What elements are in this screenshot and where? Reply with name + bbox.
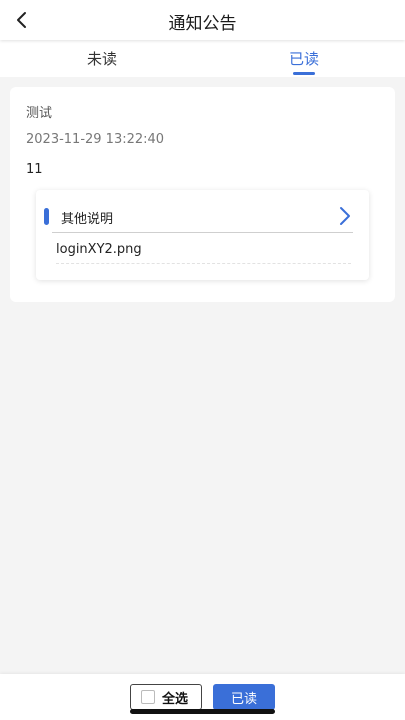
select-all-button[interactable]: 全选 [130, 684, 202, 710]
notice-card[interactable]: 测试 2023-11-29 13:22:40 11 其他说明 loginXY2.… [10, 87, 395, 302]
tab-read-label: 已读 [288, 50, 319, 68]
notice-timestamp: 2023-11-29 13:22:40 [26, 132, 165, 147]
section-accent-bar [44, 208, 49, 225]
mark-read-button[interactable]: 已读 [213, 684, 275, 710]
attachment-heading: 其他说明 [61, 212, 114, 227]
chevron-right-icon [340, 207, 350, 225]
top-nav-bar: 通知公告 [0, 0, 405, 40]
select-all-checkbox[interactable] [141, 690, 155, 704]
notice-title: 测试 [26, 106, 53, 121]
home-indicator [130, 709, 275, 714]
select-all-label: 全选 [162, 691, 189, 707]
notice-content: 11 [26, 162, 43, 177]
attachment-expand-button[interactable] [335, 205, 355, 227]
tab-bar: 未读 已读 [0, 40, 405, 77]
dashed-divider [56, 263, 351, 264]
tab-read[interactable]: 已读 [244, 48, 364, 77]
active-tab-indicator [293, 72, 315, 75]
page-title: 通知公告 [168, 14, 237, 34]
divider [52, 232, 353, 233]
attachment-section: 其他说明 loginXY2.png [36, 190, 369, 280]
attachment-file-link[interactable]: loginXY2.png [56, 242, 142, 257]
tab-unread[interactable]: 未读 [42, 48, 162, 77]
